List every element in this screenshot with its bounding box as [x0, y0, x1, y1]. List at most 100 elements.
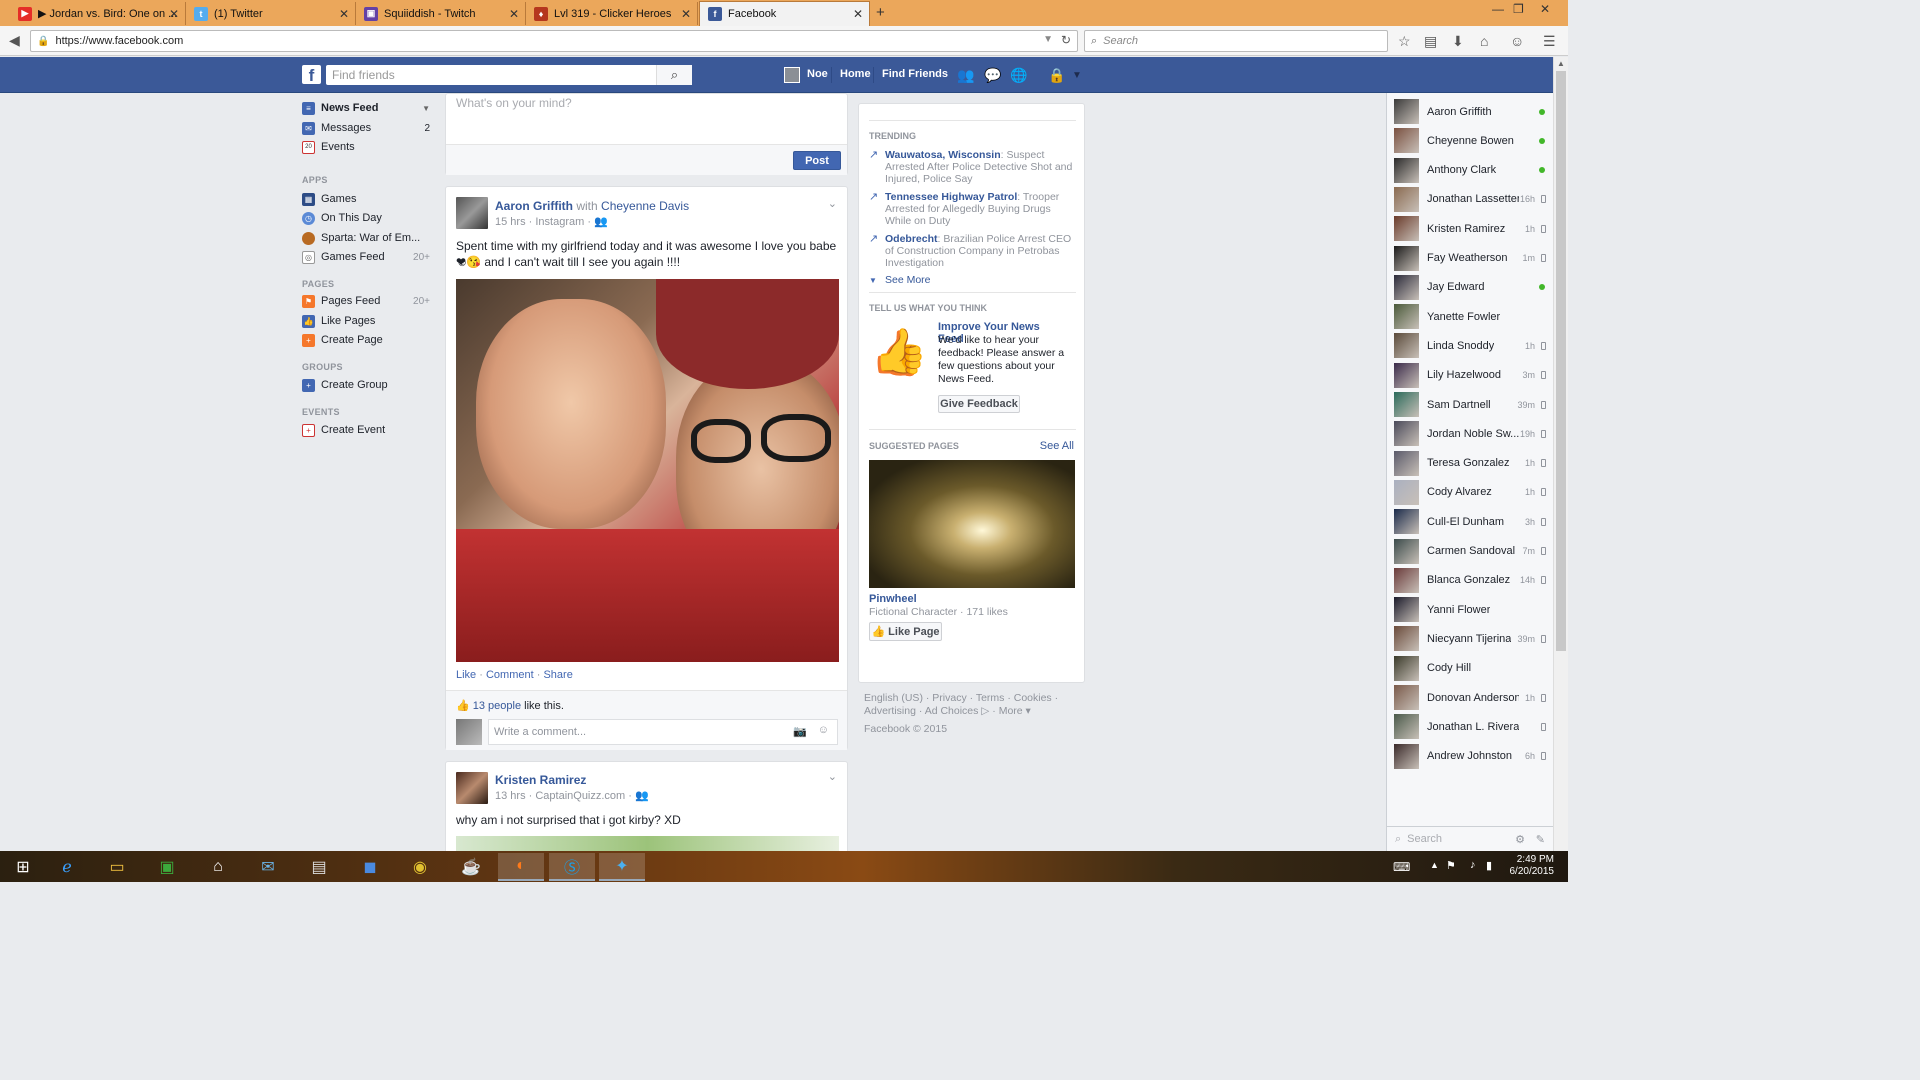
- maxthon-icon[interactable]: ◼: [347, 853, 393, 881]
- lenovo-app-icon[interactable]: ▤: [296, 853, 342, 881]
- chat-contact[interactable]: Anthony Clark: [1387, 156, 1553, 185]
- chat-contact[interactable]: Blanca Gonzalez 14h: [1387, 566, 1553, 595]
- tab-clicker-heroes[interactable]: ♦ Lvl 319 - Clicker Heroes ✕: [526, 2, 698, 25]
- friend-requests-icon[interactable]: 👥: [957, 67, 974, 84]
- action-center-flag-icon[interactable]: ⚑: [1446, 859, 1456, 872]
- sidebar-item-create-event[interactable]: + Create Event: [302, 421, 432, 439]
- trending-topic[interactable]: Wauwatosa, Wisconsin: [885, 149, 1001, 161]
- battlenet-icon[interactable]: ✦: [599, 853, 645, 881]
- sidebar-item-messages[interactable]: ✉ Messages 2: [302, 119, 432, 137]
- sidebar-item-events[interactable]: 20 Events: [302, 138, 432, 156]
- browser-search-input[interactable]: ⌕ Search: [1084, 30, 1388, 52]
- maximize-button[interactable]: ❐: [1513, 2, 1524, 16]
- post-options-chevron-icon[interactable]: ⌄: [828, 770, 837, 783]
- close-icon[interactable]: ✕: [169, 7, 179, 21]
- tab-twitter[interactable]: t (1) Twitter ✕: [186, 2, 356, 25]
- mail-icon[interactable]: ✉: [245, 853, 291, 881]
- author-avatar[interactable]: [456, 197, 488, 229]
- minimize-button[interactable]: —: [1492, 2, 1504, 16]
- close-icon[interactable]: ✕: [509, 7, 519, 21]
- chat-contact[interactable]: Donovan Anderson 1h: [1387, 683, 1553, 712]
- trending-item[interactable]: ↗ Wauwatosa, Wisconsin: Suspect Arrested…: [869, 149, 1079, 185]
- chat-contact[interactable]: Cody Hill: [1387, 654, 1553, 683]
- privacy-shortcuts-icon[interactable]: 🔒: [1048, 67, 1065, 84]
- scroll-up-icon[interactable]: ▲: [1557, 59, 1565, 68]
- see-more-link[interactable]: ▼ See More: [869, 274, 1079, 286]
- internet-explorer-icon[interactable]: ℯ: [44, 853, 90, 881]
- facebook-logo-icon[interactable]: f: [302, 65, 321, 84]
- new-tab-button[interactable]: +: [876, 4, 885, 21]
- reading-list-icon[interactable]: ▤: [1424, 33, 1437, 50]
- download-icon[interactable]: ⬇: [1452, 33, 1464, 50]
- suggested-page-name[interactable]: Pinwheel: [869, 593, 917, 605]
- java-icon[interactable]: ☕: [448, 853, 494, 881]
- home-link[interactable]: Home: [840, 68, 871, 80]
- windows-start-icon[interactable]: ⊞: [0, 853, 46, 881]
- system-clock[interactable]: 2:49 PM 6/20/2015: [1510, 854, 1555, 878]
- keyboard-icon[interactable]: ⌨: [1393, 860, 1410, 874]
- chat-contact[interactable]: Teresa Gonzalez 1h: [1387, 449, 1553, 478]
- reload-icon[interactable]: ↻: [1061, 33, 1071, 47]
- user-avatar[interactable]: [784, 67, 800, 83]
- sidebar-item-games-feed[interactable]: ◎ Games Feed 20+: [302, 248, 432, 266]
- chat-contact[interactable]: Lily Hazelwood 3m: [1387, 361, 1553, 390]
- chat-contact[interactable]: Linda Snoddy 1h: [1387, 331, 1553, 360]
- firefox-icon[interactable]: ◐: [498, 853, 544, 881]
- home-icon[interactable]: ⌂: [195, 853, 241, 881]
- skype-icon[interactable]: Ⓢ: [549, 853, 595, 881]
- post-photo[interactable]: [456, 836, 839, 852]
- page-scrollbar[interactable]: ▲: [1553, 57, 1568, 851]
- store-icon[interactable]: ▣: [144, 853, 190, 881]
- sidebar-item-pages-feed[interactable]: ⚑ Pages Feed 20+: [302, 292, 432, 310]
- post-author-link[interactable]: Kristen Ramirez: [495, 773, 586, 787]
- post-options-chevron-icon[interactable]: ⌄: [828, 197, 837, 210]
- trending-item[interactable]: ↗ Odebrecht: Brazilian Police Arrest CEO…: [869, 233, 1079, 269]
- sidebar-item-create-group[interactable]: + Create Group: [302, 376, 432, 394]
- chat-contact[interactable]: Niecyann Tijerina 39m: [1387, 624, 1553, 653]
- close-window-button[interactable]: ✕: [1540, 2, 1550, 16]
- url-bar[interactable]: 🔒 https://www.facebook.com ▼ ↻: [30, 30, 1078, 52]
- post-author-link[interactable]: Aaron Griffith with Cheyenne Davis: [495, 199, 689, 213]
- find-friends-link[interactable]: Find Friends: [882, 68, 948, 80]
- post-photo[interactable]: [456, 279, 839, 662]
- sidebar-item-on-this-day[interactable]: ◷ On This Day: [302, 209, 432, 227]
- home-icon[interactable]: ⌂: [1480, 33, 1488, 49]
- comment-input[interactable]: Write a comment... 📷 ☺: [488, 719, 838, 745]
- close-icon[interactable]: ✕: [853, 7, 863, 21]
- give-feedback-button[interactable]: Give Feedback: [938, 395, 1020, 413]
- messages-icon[interactable]: 💬: [984, 67, 1001, 84]
- chrome-icon[interactable]: ◉: [397, 853, 443, 881]
- file-explorer-icon[interactable]: ▭: [94, 853, 140, 881]
- scrollbar-thumb[interactable]: [1556, 71, 1566, 651]
- emoji-icon[interactable]: ☺: [818, 724, 829, 736]
- close-icon[interactable]: ✕: [681, 7, 691, 21]
- like-link[interactable]: Like: [456, 669, 476, 681]
- sidebar-item-games[interactable]: ▦ Games: [302, 190, 432, 208]
- chat-contact[interactable]: Jordan Noble Sw... 19h: [1387, 419, 1553, 448]
- post-timestamp[interactable]: 13 hrs · CaptainQuizz.com ·: [495, 790, 632, 802]
- chat-bubble-icon[interactable]: ☺: [1510, 33, 1524, 49]
- volume-icon[interactable]: ♪: [1470, 859, 1476, 871]
- chat-contact[interactable]: Fay Weatherson 1m: [1387, 244, 1553, 273]
- menu-icon[interactable]: ☰: [1543, 33, 1556, 50]
- tab-youtube[interactable]: ▶ ▶ Jordan vs. Bird: One on ... ✕: [10, 2, 186, 25]
- comment-link[interactable]: Comment: [486, 669, 534, 681]
- chat-contact[interactable]: Yanette Fowler: [1387, 302, 1553, 331]
- account-dropdown-icon[interactable]: ▼: [1072, 70, 1082, 81]
- profile-link[interactable]: Noe: [807, 68, 828, 80]
- chat-contact[interactable]: Yanni Flower: [1387, 595, 1553, 624]
- chat-contact[interactable]: Carmen Sandoval ... 7m: [1387, 537, 1553, 566]
- chat-contact[interactable]: Jonathan L. Rivera: [1387, 712, 1553, 741]
- sidebar-item-create-page[interactable]: + Create Page: [302, 331, 432, 349]
- post-button[interactable]: Post: [793, 151, 841, 170]
- status-input[interactable]: What's on your mind?: [456, 96, 572, 110]
- bookmark-star-icon[interactable]: ☆: [1398, 33, 1411, 50]
- chat-contact[interactable]: Jonathan Lassetter 16h: [1387, 185, 1553, 214]
- see-all-link[interactable]: See All: [1040, 440, 1074, 452]
- sidebar-item-sparta[interactable]: Sparta: War of Em...: [302, 229, 432, 247]
- trending-item[interactable]: ↗ Tennessee Highway Patrol: Trooper Arre…: [869, 191, 1079, 227]
- back-icon[interactable]: ◀: [9, 32, 20, 49]
- tab-facebook[interactable]: f Facebook ✕: [699, 1, 870, 26]
- suggested-page-image[interactable]: [869, 460, 1075, 588]
- like-page-button[interactable]: 👍 Like Page: [869, 622, 942, 641]
